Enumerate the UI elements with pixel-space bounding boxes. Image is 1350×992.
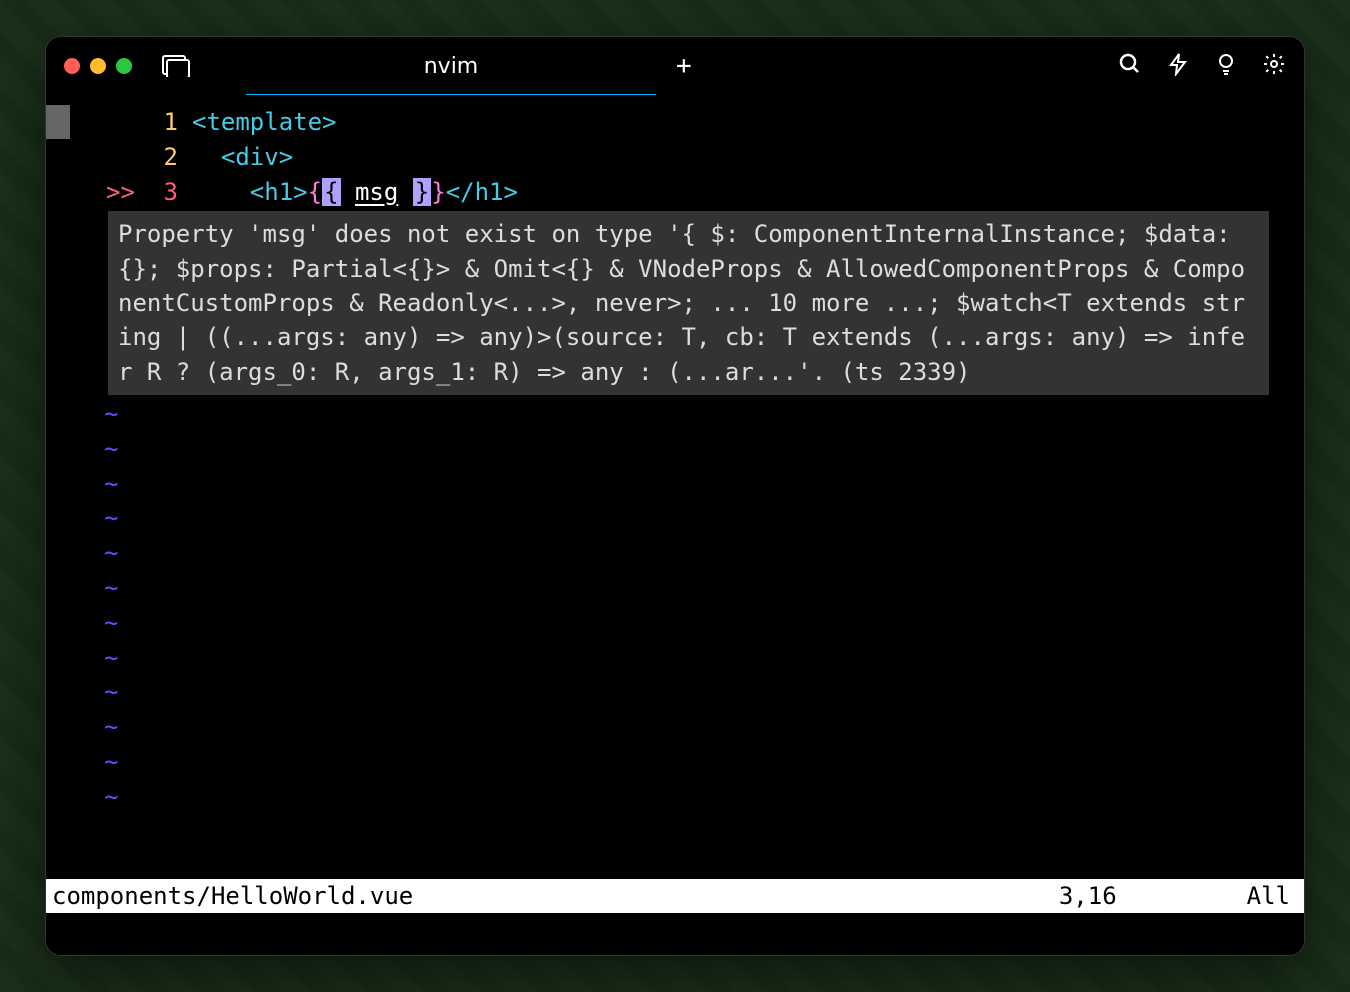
empty-line: ~ — [46, 501, 1304, 536]
gutter — [46, 105, 104, 140]
sign-indicator: >> — [104, 175, 142, 210]
tab-nvim[interactable]: nvim — [246, 37, 656, 95]
code-line-current: >> 3 <h1>{{ msg }}</h1> — [46, 175, 1304, 210]
empty-line: ~ — [46, 536, 1304, 571]
traffic-lights — [64, 58, 132, 74]
status-filename: components/HelloWorld.vue — [52, 882, 1059, 910]
brace-close: } — [431, 178, 445, 206]
editor-area[interactable]: 1 <template> 2 <div> >> 3 <h1>{{ msg }}<… — [46, 95, 1304, 879]
minimize-window-button[interactable] — [90, 58, 106, 74]
empty-line: ~ — [46, 571, 1304, 606]
diagnostic-underline: msg — [355, 178, 398, 206]
code-content: <div> — [192, 140, 293, 175]
new-tab-button[interactable]: + — [676, 51, 692, 81]
gutter — [46, 140, 104, 175]
tab-title: nvim — [424, 54, 479, 79]
empty-line: ~ — [46, 606, 1304, 641]
empty-line: ~ — [46, 780, 1304, 815]
statusbar: components/HelloWorld.vue 3,16 All — [46, 879, 1304, 913]
panes-icon[interactable] — [162, 55, 190, 77]
sign-column — [104, 105, 142, 140]
close-window-button[interactable] — [64, 58, 80, 74]
cursor-brace: { — [322, 178, 340, 206]
terminal-window: nvim + — [45, 36, 1305, 956]
gutter-cursor — [46, 105, 70, 139]
gutter — [46, 175, 104, 210]
empty-line: ~ — [46, 745, 1304, 780]
empty-line: ~ — [46, 710, 1304, 745]
empty-line: ~ — [46, 675, 1304, 710]
brace-open: { — [308, 178, 322, 206]
line-number: 1 — [142, 105, 192, 140]
matching-brace: } — [413, 178, 431, 206]
code-content: <h1>{{ msg }}</h1> — [192, 175, 518, 210]
maximize-window-button[interactable] — [116, 58, 132, 74]
empty-line: ~ — [46, 432, 1304, 467]
line-number-current: 3 — [142, 175, 192, 210]
empty-line: ~ — [46, 467, 1304, 502]
bottom-padding — [46, 913, 1304, 955]
diagnostic-popup: Property 'msg' does not exist on type '{… — [108, 211, 1269, 395]
titlebar: nvim + — [46, 37, 1304, 95]
code-line: 2 <div> — [46, 140, 1304, 175]
code-content: <template> — [192, 105, 337, 140]
empty-line: ~ — [46, 641, 1304, 676]
code-line: 1 <template> — [46, 105, 1304, 140]
line-number: 2 — [142, 140, 192, 175]
tab-bar: nvim + — [246, 37, 1304, 95]
status-percent: All — [1247, 882, 1290, 910]
empty-line: ~ — [46, 397, 1304, 432]
sign-column — [104, 140, 142, 175]
status-position: 3,16 — [1059, 882, 1117, 910]
